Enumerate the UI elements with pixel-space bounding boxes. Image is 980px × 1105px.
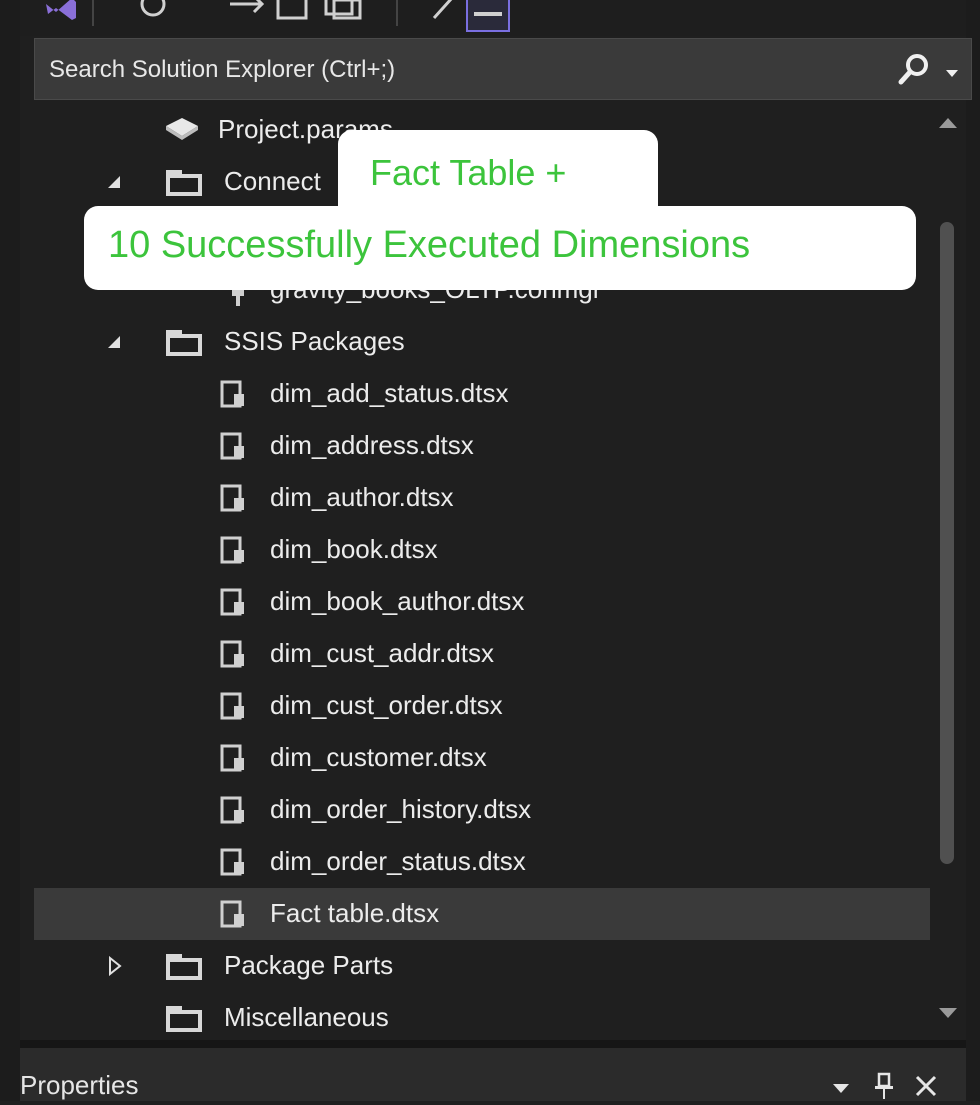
package-file-icon — [220, 432, 246, 465]
search-icon[interactable] — [897, 52, 931, 91]
tree-item-package[interactable]: dim_cust_addr.dtsx — [34, 628, 930, 680]
tree-item-package-parts[interactable]: Package Parts — [34, 940, 930, 992]
package-file-icon — [220, 484, 246, 517]
expanded-arrow-icon[interactable] — [106, 174, 122, 195]
tree-item-ssis-packages[interactable]: SSIS Packages — [34, 316, 930, 368]
folder-icon — [164, 328, 204, 363]
package-file-icon — [220, 744, 246, 777]
properties-panel-header: Properties — [20, 1048, 966, 1101]
folder-icon — [164, 1004, 204, 1039]
right-edge — [966, 0, 980, 1101]
callout-text: 10 Successfully Executed Dimensions — [108, 224, 751, 266]
folder-icon — [164, 952, 204, 987]
callout-text: Fact Table + — [370, 152, 567, 193]
tree-item-label: SSIS Packages — [224, 326, 405, 356]
params-icon — [164, 114, 200, 147]
tree-item-label: dim_cust_order.dtsx — [270, 690, 503, 720]
tree-item-package[interactable]: dim_customer.dtsx — [34, 732, 930, 784]
package-file-icon — [220, 640, 246, 673]
panel-divider — [20, 1040, 966, 1048]
tree-item-label: dim_order_history.dtsx — [270, 794, 532, 824]
separator-icon — [92, 0, 96, 26]
tree-item-label: Connect — [224, 166, 321, 196]
package-file-icon — [220, 692, 246, 725]
copy-icon[interactable] — [324, 0, 364, 22]
tree-item-package[interactable]: dim_book.dtsx — [34, 524, 930, 576]
tree-item-package[interactable]: dim_order_status.dtsx — [34, 836, 930, 888]
tree-item-label: dim_order_status.dtsx — [270, 846, 526, 876]
tree-item-label: dim_customer.dtsx — [270, 742, 487, 772]
tree-item-label: dim_address.dtsx — [270, 430, 474, 460]
package-file-icon — [220, 588, 246, 621]
close-icon[interactable] — [914, 1074, 938, 1103]
vs-logo-icon[interactable] — [44, 0, 78, 22]
tree-item-label: dim_cust_addr.dtsx — [270, 638, 495, 668]
collapsed-arrow-icon[interactable] — [108, 955, 122, 981]
package-file-icon — [220, 900, 246, 933]
tree-item-label: dim_book_author.dtsx — [270, 586, 525, 616]
package-file-icon — [220, 848, 246, 881]
preview-toggle-icon[interactable] — [466, 0, 510, 32]
tree-item-package[interactable]: dim_address.dtsx — [34, 420, 930, 472]
callout-banner-bottom: 10 Successfully Executed Dimensions — [84, 206, 916, 290]
pages-icon[interactable] — [276, 0, 312, 22]
scroll-up-icon[interactable] — [938, 116, 958, 135]
left-edge — [0, 0, 20, 1101]
tree-item-label: Miscellaneous — [224, 1002, 389, 1032]
package-file-icon — [220, 796, 246, 829]
search-input[interactable]: Search Solution Explorer (Ctrl+;) — [49, 56, 395, 84]
expanded-arrow-icon[interactable] — [106, 334, 122, 355]
search-box[interactable]: Search Solution Explorer (Ctrl+;) — [34, 38, 972, 100]
chevron-down-icon[interactable] — [832, 1082, 850, 1100]
tree-item-package-selected[interactable]: Fact table.dtsx — [34, 888, 930, 940]
chevron-down-icon[interactable] — [945, 66, 959, 84]
tree-item-label: dim_add_status.dtsx — [270, 378, 509, 408]
pin-icon[interactable] — [874, 1072, 894, 1105]
tree-item-package[interactable]: dim_book_author.dtsx — [34, 576, 930, 628]
separator-icon — [396, 0, 400, 26]
tree-item-miscellaneous[interactable]: Miscellaneous — [34, 992, 930, 1040]
tree-item-label: dim_author.dtsx — [270, 482, 454, 512]
tree-item-package[interactable]: dim_order_history.dtsx — [34, 784, 930, 836]
tree-item-label: Package Parts — [224, 950, 394, 980]
wrench-icon[interactable] — [430, 0, 460, 22]
refresh-icon[interactable] — [138, 0, 168, 22]
folder-icon — [164, 168, 204, 203]
forward-icon[interactable] — [228, 0, 268, 22]
package-file-icon — [220, 380, 246, 413]
tree-item-package[interactable]: dim_add_status.dtsx — [34, 368, 930, 420]
tree-item-package[interactable]: dim_cust_order.dtsx — [34, 680, 930, 732]
tree-item-label: dim_book.dtsx — [270, 534, 438, 564]
solution-explorer-toolbar — [20, 0, 966, 36]
tree-item-package[interactable]: dim_author.dtsx — [34, 472, 930, 524]
vertical-scrollbar[interactable] — [930, 104, 966, 1040]
tree-item-label: Fact table.dtsx — [270, 898, 440, 928]
scrollbar-thumb[interactable] — [940, 222, 954, 864]
package-file-icon — [220, 536, 246, 569]
scroll-down-icon[interactable] — [938, 1006, 958, 1025]
properties-title: Properties — [20, 1070, 139, 1100]
